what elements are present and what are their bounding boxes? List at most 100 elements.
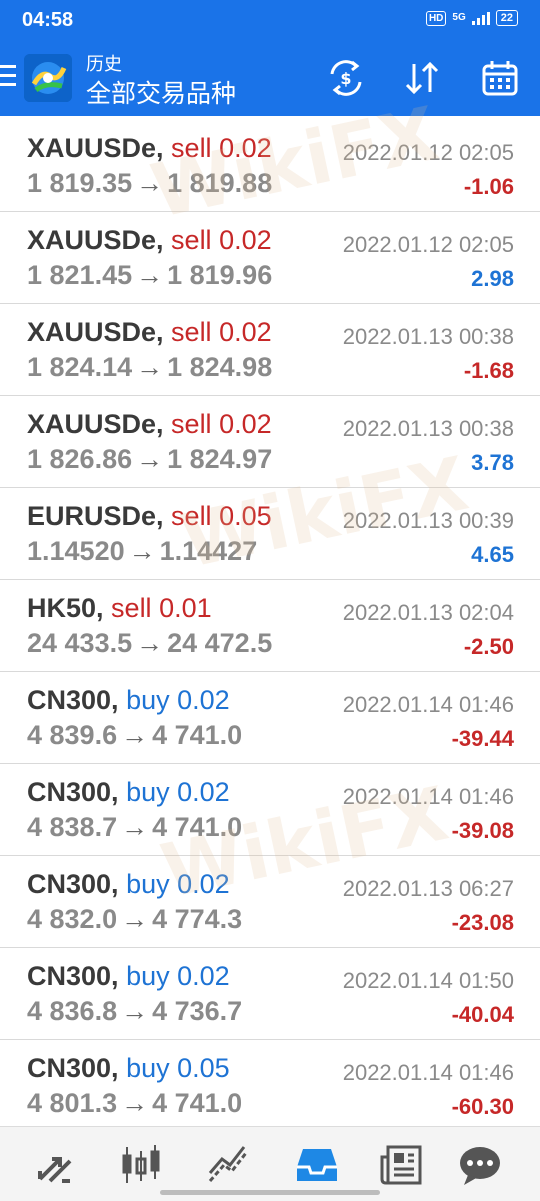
- trade-volume: 0.05: [177, 1053, 230, 1083]
- trade-prices: 1 824.14 → 1 824.98: [27, 352, 272, 383]
- close-price: 4 741.0: [152, 1088, 243, 1118]
- open-price: 4 838.7: [27, 812, 118, 842]
- trade-row[interactable]: XAUUSDe, sell 0.02 2022.01.13 00:38 1 824.…: [0, 304, 540, 396]
- trade-symbol-line: EURUSDe, sell 0.05: [27, 501, 272, 532]
- trade-date: 2022.01.12 02:05: [342, 140, 514, 165]
- page-title[interactable]: 全部交易品种: [86, 74, 236, 110]
- trade-profit: -60.30: [451, 1094, 514, 1119]
- trade-row[interactable]: CN300, buy 0.02 2022.01.13 06:27 4 832.0 → 4…: [0, 856, 540, 948]
- trade-date: 2022.01.14 01:46: [342, 1060, 514, 1085]
- trade-symbol-line: CN300, buy 0.05: [27, 1053, 230, 1084]
- trade-volume: 0.02: [219, 317, 272, 347]
- currency-exchange-icon[interactable]: $: [326, 58, 366, 98]
- trade-symbol: EURUSDe,: [27, 501, 164, 531]
- trade-volume: 0.02: [219, 133, 272, 163]
- trade-date: 2022.01.13 00:38: [342, 416, 514, 441]
- trade-side: sell: [171, 225, 212, 255]
- trade-volume: 0.02: [219, 409, 272, 439]
- trade-profit: -40.04: [451, 1002, 514, 1027]
- open-price: 4 839.6: [27, 720, 118, 750]
- open-price: 4 836.8: [27, 996, 118, 1026]
- sort-icon[interactable]: [402, 58, 442, 98]
- trade-date: 2022.01.13 00:38: [342, 324, 514, 349]
- arrow-right-icon: →: [121, 1088, 149, 1118]
- trade-symbol: CN300,: [27, 1053, 119, 1083]
- trade-symbol-line: XAUUSDe, sell 0.02: [27, 409, 272, 440]
- menu-icon[interactable]: [0, 65, 16, 92]
- trade-side: buy: [126, 1053, 170, 1083]
- close-price: 1 824.98: [167, 352, 273, 382]
- arrow-right-icon: →: [136, 352, 164, 382]
- trade-icon[interactable]: [204, 1141, 252, 1189]
- trade-row[interactable]: HK50, sell 0.01 2022.01.13 02:04 24 433.5 →…: [0, 580, 540, 672]
- trade-row[interactable]: CN300, buy 0.05 2022.01.14 01:46 4 801.3 → 4…: [0, 1040, 540, 1131]
- trade-symbol: XAUUSDe,: [27, 133, 164, 163]
- news-icon[interactable]: [378, 1141, 426, 1189]
- status-bar: 04:58 HD 5G 22: [0, 0, 540, 42]
- trade-row[interactable]: XAUUSDe, sell 0.02 2022.01.13 00:38 1 826.…: [0, 396, 540, 488]
- trade-volume: 0.02: [219, 225, 272, 255]
- trade-prices: 1.14520 → 1.14427: [27, 536, 257, 567]
- trade-prices: 4 836.8 → 4 736.7: [27, 996, 242, 1027]
- open-price: 1 826.86: [27, 444, 133, 474]
- trade-prices: 1 819.35 → 1 819.88: [27, 168, 272, 199]
- trade-symbol-line: XAUUSDe, sell 0.02: [27, 133, 272, 164]
- close-price: 4 741.0: [152, 812, 243, 842]
- trade-profit: -1.06: [463, 174, 514, 199]
- arrow-right-icon: →: [136, 628, 164, 658]
- trade-row[interactable]: CN300, buy 0.02 2022.01.14 01:50 4 836.8 → 4…: [0, 948, 540, 1040]
- trade-row[interactable]: EURUSDe, sell 0.05 2022.01.13 00:39 1.1452…: [0, 488, 540, 580]
- trade-date: 2022.01.12 02:05: [342, 232, 514, 257]
- trade-side: buy: [126, 685, 170, 715]
- trade-symbol: XAUUSDe,: [27, 317, 164, 347]
- open-price: 1 824.14: [27, 352, 133, 382]
- trade-side: sell: [171, 133, 212, 163]
- trade-symbol: CN300,: [27, 685, 119, 715]
- arrow-right-icon: →: [121, 904, 149, 934]
- quotes-icon[interactable]: [32, 1141, 80, 1189]
- trade-symbol-line: CN300, buy 0.02: [27, 869, 230, 900]
- trade-prices: 4 801.3 → 4 741.0: [27, 1088, 242, 1119]
- trade-row[interactable]: XAUUSDe, sell 0.02 2022.01.12 02:05 1 821.…: [0, 212, 540, 304]
- trade-side: sell: [111, 593, 152, 623]
- trade-volume: 0.02: [177, 685, 230, 715]
- close-price: 4 736.7: [152, 996, 243, 1026]
- close-price: 4 774.3: [152, 904, 243, 934]
- trade-volume: 0.02: [177, 869, 230, 899]
- status-indicators: HD 5G 22: [425, 10, 518, 26]
- trade-volume: 0.02: [177, 961, 230, 991]
- trade-side: sell: [171, 409, 212, 439]
- chat-icon[interactable]: [456, 1141, 504, 1189]
- trade-row[interactable]: CN300, buy 0.02 2022.01.14 01:46 4 839.6 → 4…: [0, 672, 540, 764]
- calendar-icon[interactable]: [480, 58, 520, 98]
- trade-symbol: CN300,: [27, 961, 119, 991]
- trade-symbol: XAUUSDe,: [27, 225, 164, 255]
- chart-icon[interactable]: [117, 1141, 165, 1189]
- trade-history-list: XAUUSDe, sell 0.02 2022.01.12 02:05 1 819.…: [0, 120, 540, 1131]
- trade-prices: 4 839.6 → 4 741.0: [27, 720, 242, 751]
- trade-side: sell: [171, 317, 212, 347]
- open-price: 24 433.5: [27, 628, 133, 658]
- app-toolbar: 历史 全部交易品种 $: [0, 42, 540, 116]
- trade-prices: 1 821.45 → 1 819.96: [27, 260, 272, 291]
- trade-profit: 3.78: [471, 450, 514, 475]
- trade-row[interactable]: CN300, buy 0.02 2022.01.14 01:46 4 838.7 → 4…: [0, 764, 540, 856]
- home-indicator[interactable]: [160, 1190, 380, 1195]
- trade-row[interactable]: XAUUSDe, sell 0.02 2022.01.12 02:05 1 819.…: [0, 120, 540, 212]
- trade-side: sell: [171, 501, 212, 531]
- trade-prices: 1 826.86 → 1 824.97: [27, 444, 272, 475]
- trade-date: 2022.01.13 06:27: [342, 876, 514, 901]
- hd-badge: HD: [425, 10, 447, 26]
- trade-prices: 4 832.0 → 4 774.3: [27, 904, 242, 935]
- open-price: 1.14520: [27, 536, 125, 566]
- arrow-right-icon: →: [121, 996, 149, 1026]
- metatrader-logo[interactable]: [24, 54, 72, 102]
- history-icon[interactable]: [293, 1141, 341, 1189]
- trade-date: 2022.01.13 00:39: [342, 508, 514, 533]
- trade-profit: -1.68: [463, 358, 514, 383]
- arrow-right-icon: →: [136, 444, 164, 474]
- trade-side: buy: [126, 777, 170, 807]
- arrow-right-icon: →: [136, 168, 164, 198]
- page-subtitle: 历史: [86, 54, 122, 74]
- trade-symbol-line: HK50, sell 0.01: [27, 593, 212, 624]
